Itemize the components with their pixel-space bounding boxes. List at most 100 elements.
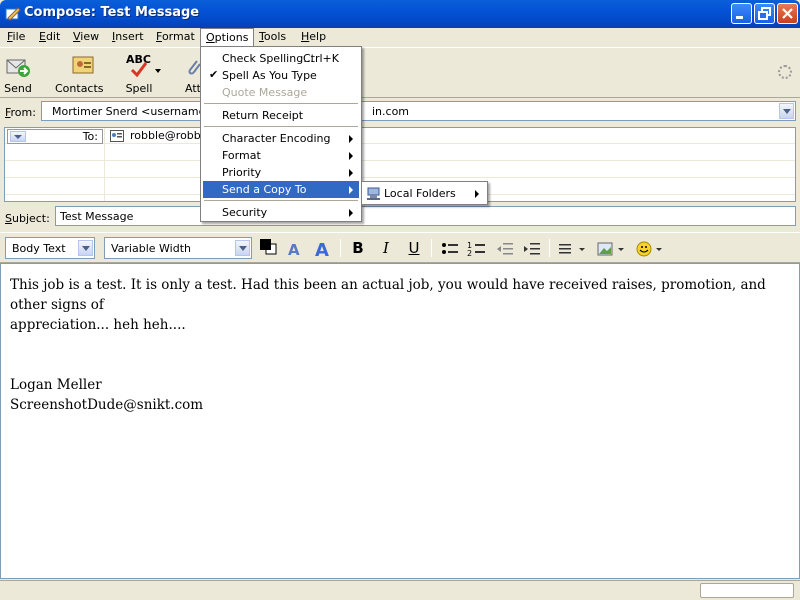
menu-help[interactable]: Help xyxy=(301,30,326,43)
menu-character-encoding[interactable]: Character Encoding xyxy=(203,130,359,147)
submenu-arrow-icon xyxy=(349,135,353,143)
message-body-editor[interactable]: This job is a test. It is only a test. H… xyxy=(0,263,800,579)
subject-label: Subject: xyxy=(5,212,50,225)
align-icon xyxy=(559,244,585,254)
window-title: Compose: Test Message xyxy=(24,5,200,20)
menu-view[interactable]: View xyxy=(73,30,99,43)
font-value: Variable Width xyxy=(111,242,191,255)
spell-label: Spell xyxy=(125,82,153,95)
underline-button[interactable]: U xyxy=(404,239,424,259)
submenu-local-folders[interactable]: Local Folders xyxy=(364,185,485,203)
indent-button[interactable] xyxy=(522,239,542,259)
numbered-list-button[interactable]: 12 xyxy=(467,239,487,259)
color-picker-icon xyxy=(260,239,277,255)
menu-item-label: Local Folders xyxy=(384,187,456,200)
minimize-button[interactable] xyxy=(731,3,752,24)
address-card-icon xyxy=(110,129,124,142)
compose-app-icon xyxy=(5,7,21,21)
subject-value: Test Message xyxy=(60,210,134,223)
main-toolbar: Send Contacts ABC Spell Att xyxy=(0,47,800,98)
contacts-button[interactable]: Contacts xyxy=(55,53,104,95)
paragraph-style-select[interactable]: Body Text xyxy=(5,237,95,259)
menu-edit[interactable]: Edit xyxy=(39,30,60,43)
close-button[interactable] xyxy=(777,3,798,24)
font-select[interactable]: Variable Width xyxy=(104,237,252,259)
recipient-row[interactable]: To: robble@robble xyxy=(5,128,795,144)
menu-accelerator: Ctrl+K xyxy=(302,52,339,65)
submenu-arrow-icon xyxy=(349,169,353,177)
spell-button[interactable]: ABC Spell xyxy=(124,53,164,95)
activity-throbber-icon xyxy=(778,65,792,79)
align-button[interactable] xyxy=(557,239,589,259)
spell-icon xyxy=(130,62,148,78)
menu-item-label: Check Spelling... xyxy=(222,52,314,65)
recipient-row-empty[interactable] xyxy=(5,145,795,161)
menu-item-label: Quote Message xyxy=(222,86,308,99)
to-value: robble@robble xyxy=(130,129,211,142)
local-folders-icon xyxy=(367,187,380,200)
menu-item-label: Return Receipt xyxy=(222,109,304,122)
smiley-button[interactable] xyxy=(635,239,667,259)
contacts-icon xyxy=(72,56,94,74)
send-button[interactable]: Send xyxy=(4,53,32,95)
submenu-arrow-icon xyxy=(349,186,353,194)
menu-separator xyxy=(204,103,358,104)
menu-separator xyxy=(204,200,358,201)
menu-spell-as-you-type[interactable]: ✔ Spell As You Type xyxy=(203,67,359,84)
italic-button[interactable]: I xyxy=(376,239,396,259)
restore-icon xyxy=(758,7,771,20)
menu-tools[interactable]: Tools xyxy=(259,30,286,43)
menu-insert[interactable]: Insert xyxy=(112,30,144,43)
from-value: Mortimer Snerd <username@d xyxy=(52,105,224,118)
menu-quote-message: Quote Message xyxy=(203,84,359,101)
paragraph-style-dropdown-icon[interactable] xyxy=(78,240,93,256)
send-icon xyxy=(6,59,30,77)
message-line: This job is a test. It is only a test. H… xyxy=(10,277,766,313)
menu-security[interactable]: Security xyxy=(203,204,359,221)
svg-text:A: A xyxy=(288,241,300,259)
subject-input[interactable]: Test Message xyxy=(55,206,796,226)
menu-check-spelling[interactable]: Check Spelling... Ctrl+K xyxy=(203,50,359,67)
format-toolbar: Body Text Variable Width A A B I U 12 xyxy=(0,232,800,263)
recipient-type-select[interactable]: To: xyxy=(7,129,103,144)
outdent-button[interactable] xyxy=(495,239,515,259)
text-color-button[interactable] xyxy=(258,237,278,259)
restore-button[interactable] xyxy=(754,3,775,24)
status-bar xyxy=(0,580,800,600)
address-area: From: Mortimer Snerd <username@d in.com … xyxy=(0,98,800,232)
recipient-type-dropdown-icon[interactable] xyxy=(10,131,26,142)
menu-item-label: Format xyxy=(222,149,261,162)
menu-return-receipt[interactable]: Return Receipt xyxy=(203,107,359,124)
checkmark-icon: ✔ xyxy=(209,68,219,81)
menu-format[interactable]: Format xyxy=(156,30,195,43)
menu-item-label: Send a Copy To xyxy=(222,183,307,196)
indent-icon xyxy=(524,243,540,255)
status-progress-panel xyxy=(700,583,794,598)
smaller-font-icon: A xyxy=(288,241,300,259)
menu-send-copy-to[interactable]: Send a Copy To xyxy=(203,181,359,198)
bold-button[interactable]: B xyxy=(348,239,368,259)
menu-priority[interactable]: Priority xyxy=(203,164,359,181)
recipient-row-empty[interactable] xyxy=(5,162,795,178)
font-dropdown-icon[interactable] xyxy=(235,240,250,256)
from-value-tail: in.com xyxy=(372,105,410,118)
larger-font-button[interactable]: A xyxy=(314,239,334,261)
submenu-arrow-icon xyxy=(349,152,353,160)
menu-options[interactable]: Options xyxy=(200,28,255,47)
smaller-font-button[interactable]: A xyxy=(286,239,306,259)
options-menu: Check Spelling... Ctrl+K ✔ Spell As You … xyxy=(200,46,362,222)
signature-email: ScreenshotDude@snikt.com xyxy=(10,397,204,413)
spell-dropdown-icon[interactable] xyxy=(155,69,161,73)
menu-file[interactable]: File xyxy=(7,30,25,43)
from-select[interactable]: Mortimer Snerd <username@d in.com xyxy=(41,101,796,121)
menu-item-label: Character Encoding xyxy=(222,132,331,145)
from-dropdown-icon[interactable] xyxy=(779,103,794,119)
insert-image-button[interactable] xyxy=(596,239,628,259)
to-field[interactable]: robble@robble xyxy=(110,129,211,142)
submenu-arrow-icon xyxy=(349,209,353,217)
bullet-list-button[interactable] xyxy=(440,239,460,259)
from-label: From: xyxy=(5,106,36,119)
menu-format-sub[interactable]: Format xyxy=(203,147,359,164)
menu-bar: File Edit View Insert Format Options Too… xyxy=(0,28,800,47)
menu-item-label: Security xyxy=(222,206,268,219)
